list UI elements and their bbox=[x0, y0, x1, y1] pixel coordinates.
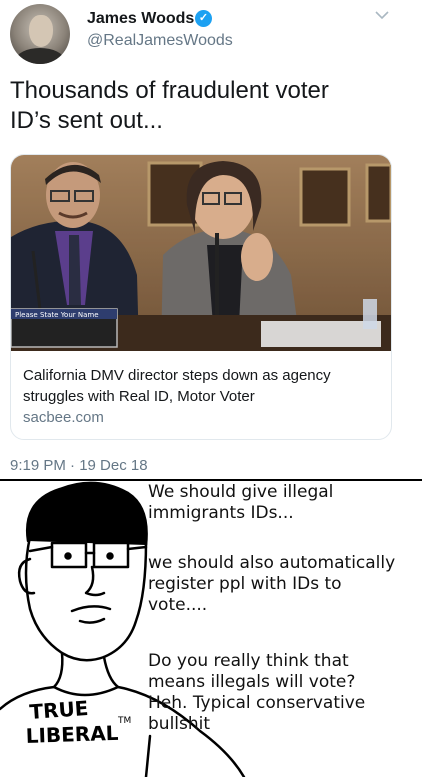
caption-line: register ppl with IDs to bbox=[148, 574, 342, 594]
caption-line: we should also automatically bbox=[148, 553, 396, 573]
avatar-suit bbox=[16, 48, 64, 64]
caption-line: vote.... bbox=[148, 595, 208, 615]
link-card[interactable]: Please State Your Name California DMV di… bbox=[10, 154, 392, 440]
comic-caption-2: we should also automatically register pp… bbox=[148, 553, 418, 616]
card-image[interactable]: Please State Your Name bbox=[11, 155, 391, 351]
shirt-text-liberal: LIBERAL bbox=[25, 721, 119, 748]
chevron-down-icon[interactable] bbox=[374, 8, 390, 22]
shirt-text-true: TRUE bbox=[29, 696, 89, 724]
card-title-line: struggles with Real ID, Motor Voter bbox=[23, 388, 255, 405]
caption-line: immigrants IDs... bbox=[148, 503, 294, 523]
avatar[interactable] bbox=[10, 4, 70, 64]
caption-line: Heh. Typical conservative bbox=[148, 693, 366, 713]
avatar-face bbox=[29, 15, 53, 47]
caption-line: bullshit bbox=[148, 714, 211, 734]
tweet-text-line: ID’s sent out... bbox=[10, 107, 163, 134]
tweet-text-line: Thousands of fraudulent voter bbox=[10, 77, 329, 104]
display-name[interactable]: James Woods bbox=[87, 10, 194, 28]
caption-line: We should give illegal bbox=[148, 482, 334, 502]
comic-caption-1: We should give illegal immigrants IDs... bbox=[148, 482, 388, 524]
caption-line: means illegals will vote? bbox=[148, 672, 356, 692]
card-domain[interactable]: sacbee.com bbox=[23, 409, 104, 426]
card-title-line: California DMV director steps down as ag… bbox=[23, 367, 331, 384]
card-title[interactable]: California DMV director steps down as ag… bbox=[23, 365, 383, 407]
shirt-text-tm: TM bbox=[117, 716, 131, 726]
tweet-text: Thousands of fraudulent voter ID’s sent … bbox=[10, 76, 410, 136]
card-image-banner-text: Please State Your Name bbox=[15, 311, 99, 319]
tweet: James Woods ✓ @RealJamesWoods Thousands … bbox=[0, 0, 422, 478]
tweet-timestamp[interactable]: 9:19 PM · 19 Dec 18 bbox=[10, 457, 148, 474]
meme-comic: TRUE LIBERAL TM We should give illegal i… bbox=[0, 481, 422, 777]
verified-badge-icon: ✓ bbox=[195, 10, 212, 27]
user-handle[interactable]: @RealJamesWoods bbox=[87, 32, 233, 50]
comic-caption-3: Do you really think that means illegals … bbox=[148, 651, 418, 735]
caption-line: Do you really think that bbox=[148, 651, 349, 671]
